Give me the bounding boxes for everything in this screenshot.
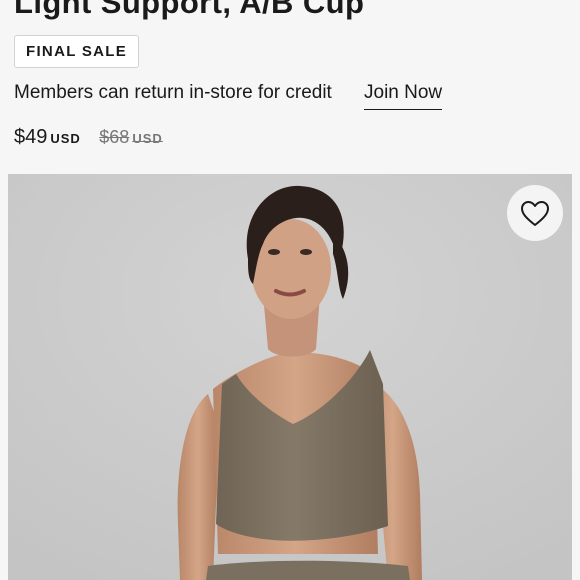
sale-price-currency: USD <box>50 131 81 146</box>
favorite-button[interactable] <box>507 185 563 241</box>
product-title: Light Support, A/B Cup <box>14 0 365 20</box>
join-now-link[interactable]: Join Now <box>364 82 443 110</box>
original-price-currency: USD <box>132 131 163 146</box>
final-sale-badge: FINAL SALE <box>14 35 140 68</box>
original-price: $68 USD <box>99 127 163 147</box>
original-price-value: $68 <box>99 127 130 147</box>
product-image[interactable] <box>8 174 572 580</box>
member-return-note: Members can return in-store for credit <box>14 82 332 103</box>
product-photo-illustration <box>8 174 572 580</box>
heart-outline-icon <box>521 200 549 226</box>
price-row: $49 USD $68 USD <box>14 126 163 149</box>
sale-price: $49 <box>14 126 48 148</box>
